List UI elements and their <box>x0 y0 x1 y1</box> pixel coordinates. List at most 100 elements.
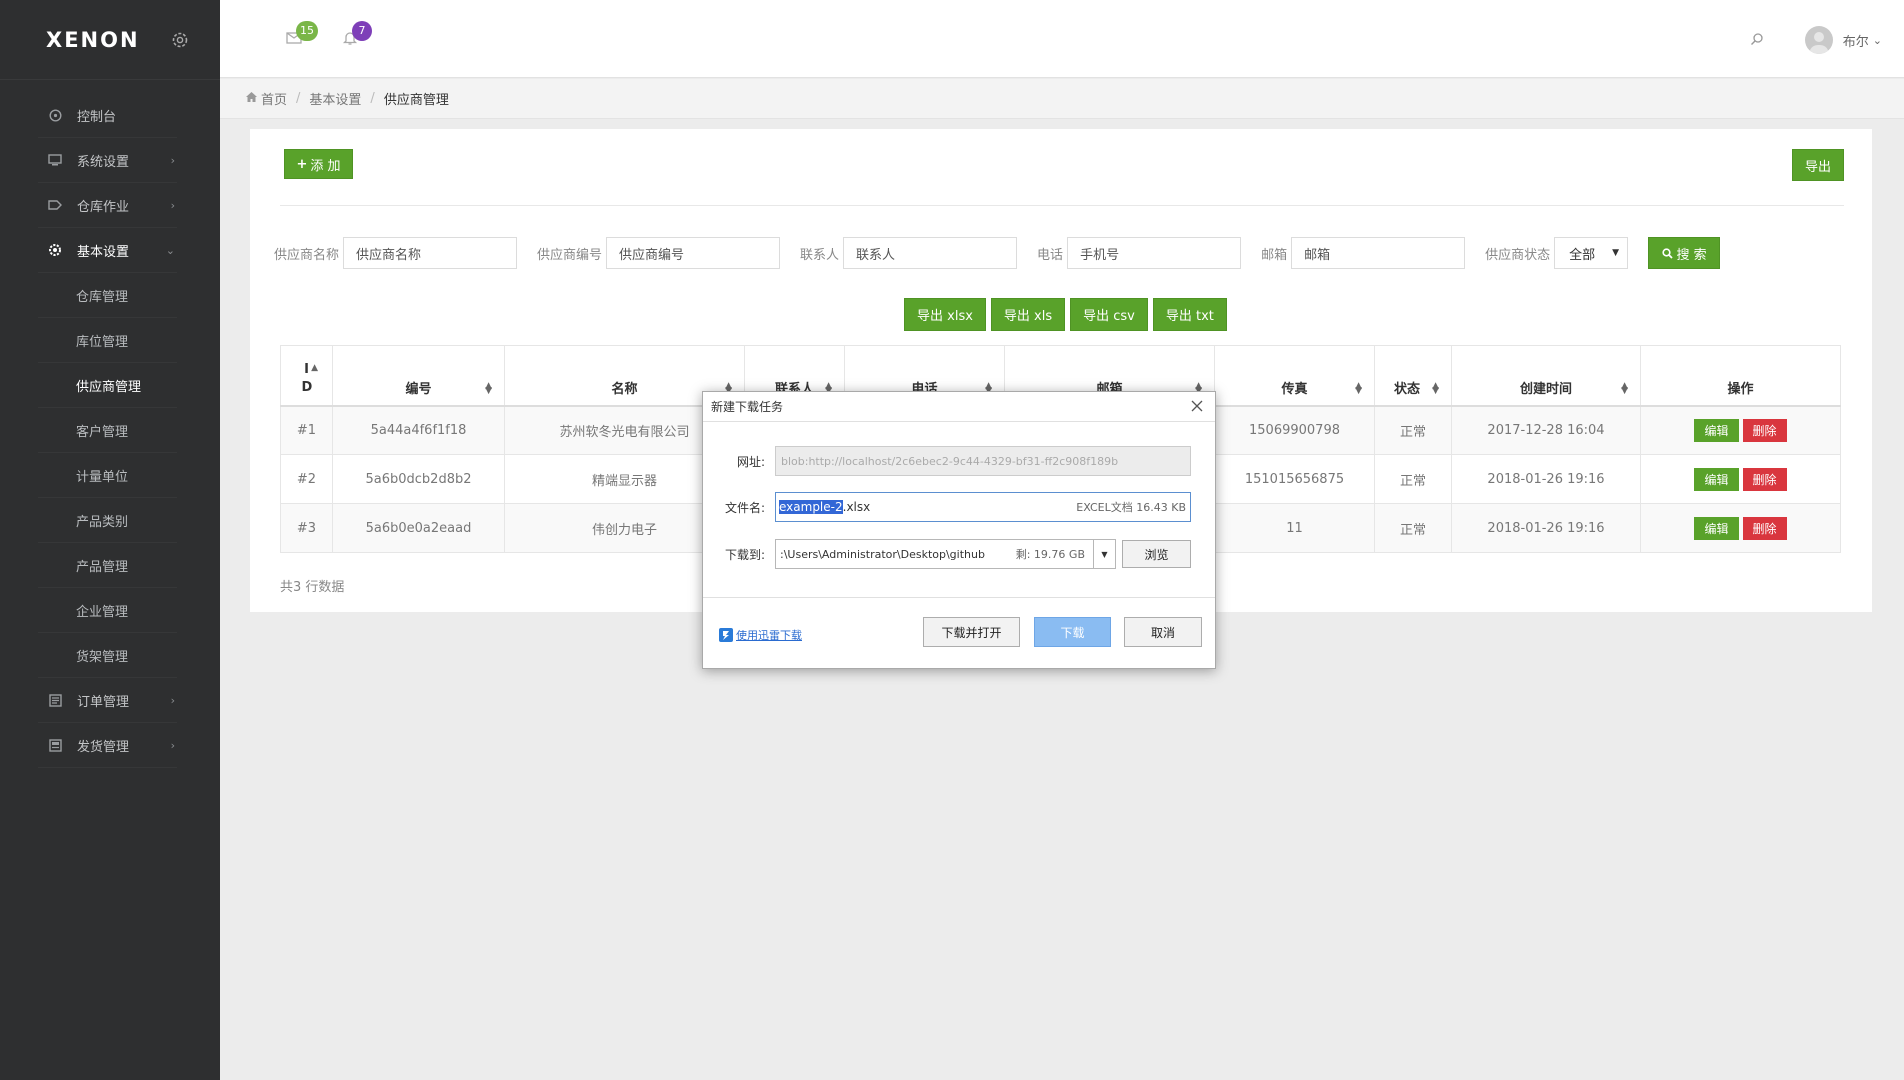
browse-button[interactable]: 浏览 <box>1122 540 1191 568</box>
breadcrumb: 首页 / 基本设置 / 供应商管理 <box>220 79 1904 119</box>
tag-icon <box>47 197 63 213</box>
status-label: 供应商状态 <box>1485 247 1551 263</box>
export-button[interactable]: 导出 <box>1792 149 1844 181</box>
export-xlsx-button[interactable]: 导出 xlsx <box>904 298 986 331</box>
sidebar-item-basic-settings[interactable]: 基本设置 ⌄ <box>38 228 177 273</box>
export-xls-button[interactable]: 导出 xls <box>990 298 1066 331</box>
mail-count-badge: 15 <box>296 21 318 41</box>
sort-icon: ▲▼ <box>1355 380 1362 396</box>
sidebar-subitem-company[interactable]: 企业管理 <box>38 588 177 633</box>
column-header-created[interactable]: 创建时间 ▲ ▼ <box>1451 345 1641 407</box>
phone-label: 电话 <box>1037 247 1064 263</box>
edit-button[interactable]: 编辑 <box>1694 467 1739 491</box>
cell-actions: 编辑 删除 <box>1640 454 1841 504</box>
edit-button[interactable]: 编辑 <box>1694 516 1739 540</box>
chevron-down-icon: ⌄ <box>1872 33 1882 47</box>
download-and-open-button[interactable]: 下载并打开 <box>923 617 1020 647</box>
sidebar-item-warehouse-ops[interactable]: 仓库作业 › <box>38 183 177 228</box>
sort-icon: ▲▼ <box>1621 380 1628 396</box>
thunder-download-link[interactable]: 使用迅雷下载 <box>736 627 802 643</box>
add-button[interactable]: + 添 加 <box>284 149 353 179</box>
column-header-label: 操作 <box>1727 381 1754 397</box>
sidebar-subitem-customer[interactable]: 客户管理 <box>38 408 177 453</box>
notification-count-badge: 7 <box>352 21 372 41</box>
cell-actions: 编辑 删除 <box>1640 405 1841 455</box>
settings-icon <box>47 242 63 258</box>
export-csv-button[interactable]: 导出 csv <box>1070 298 1148 331</box>
search-button[interactable] <box>1750 32 1764 50</box>
breadcrumb-separator: / <box>296 91 301 106</box>
column-header-label: 创建时间 <box>1519 381 1572 397</box>
sidebar-item-system-settings[interactable]: 系统设置 › <box>38 138 177 183</box>
sidebar-item-orders[interactable]: 订单管理 › <box>38 678 177 723</box>
sidebar-item-dashboard[interactable]: 控制台 <box>38 93 177 138</box>
contact-input[interactable]: 联系人 <box>843 237 1018 269</box>
sidebar-subitem-product[interactable]: 产品管理 <box>38 543 177 588</box>
filename-label: 文件名: <box>724 500 765 515</box>
filename-extension: .xlsx <box>842 500 871 514</box>
sidebar-subitem-warehouse[interactable]: 仓库管理 <box>38 273 177 318</box>
cancel-button[interactable]: 取消 <box>1124 617 1202 647</box>
breadcrumb-current: 供应商管理 <box>383 93 449 108</box>
sidebar-subitem-unit[interactable]: 计量单位 <box>38 453 177 498</box>
saveto-row: 下载到: :\Users\Administrator\Desktop\githu… <box>723 539 1191 569</box>
chevron-right-icon: › <box>170 693 175 707</box>
search-icon <box>1751 33 1763 45</box>
add-button-label: 添 加 <box>310 158 341 174</box>
url-field: blob:http://localhost/2c6ebec2-9c44-4329… <box>775 446 1191 476</box>
close-icon[interactable] <box>1189 398 1205 414</box>
delete-button[interactable]: 删除 <box>1742 418 1787 442</box>
saveto-combobox[interactable]: :\Users\Administrator\Desktop\github 剩: … <box>775 539 1116 569</box>
saveto-label: 下载到: <box>724 547 765 562</box>
status-select[interactable]: 全部 ▼ <box>1554 237 1629 269</box>
user-menu[interactable]: 布尔 ⌄ <box>1804 26 1882 54</box>
filename-input[interactable]: example-2 .xlsx EXCEL文档 16.43 KB <box>775 492 1191 522</box>
status-select-value: 全部 <box>1569 247 1596 263</box>
sidebar-item-label: 发货管理 <box>77 739 130 755</box>
column-header-fax[interactable]: 传真 ▲ ▼ <box>1214 345 1375 407</box>
phone-input[interactable]: 手机号 <box>1067 237 1242 269</box>
dialog-titlebar: 新建下载任务 <box>703 392 1215 422</box>
file-info: EXCEL文档 16.43 KB <box>1076 501 1186 514</box>
email-input[interactable]: 邮箱 <box>1291 237 1466 269</box>
chevron-down-icon: ⌄ <box>165 243 175 257</box>
plus-icon: + <box>296 156 308 172</box>
column-header-id[interactable]: I D ▲ <box>280 345 333 407</box>
column-header-status[interactable]: 状态 ▲ ▼ <box>1374 345 1452 407</box>
supplier-code-input[interactable]: 供应商编号 <box>606 237 781 269</box>
column-header-code[interactable]: 编号 ▲ ▼ <box>332 345 505 407</box>
cell-fax: 11 <box>1214 503 1375 553</box>
sidebar-subitem-supplier[interactable]: 供应商管理 <box>38 363 177 408</box>
monitor-icon <box>47 152 63 168</box>
delete-button[interactable]: 删除 <box>1742 467 1787 491</box>
sidebar-subitem-category[interactable]: 产品类别 <box>38 498 177 543</box>
cell-status: 正常 <box>1374 503 1452 553</box>
search-submit-label: 搜 索 <box>1676 247 1707 263</box>
dialog-title: 新建下载任务 <box>711 400 784 414</box>
breadcrumb-basic-settings[interactable]: 基本设置 <box>309 89 361 108</box>
cell-created: 2017-12-28 16:04 <box>1451 405 1641 455</box>
breadcrumb-home[interactable]: 首页 <box>261 89 287 108</box>
gear-icon[interactable] <box>170 30 190 50</box>
supplier-name-input[interactable]: 供应商名称 <box>343 237 518 269</box>
column-header-actions: 操作 <box>1640 345 1841 407</box>
thunder-icon <box>719 628 733 642</box>
sidebar-subitem-shelf[interactable]: 货架管理 <box>38 633 177 678</box>
sidebar-subitem-location[interactable]: 库位管理 <box>38 318 177 363</box>
delete-button[interactable]: 删除 <box>1742 516 1787 540</box>
mail-button[interactable]: 15 <box>286 21 318 48</box>
supplier-name-label: 供应商名称 <box>274 247 340 263</box>
dropdown-arrow-icon[interactable]: ▼ <box>1093 540 1115 568</box>
sidebar-item-shipping[interactable]: 发货管理 › <box>38 723 177 768</box>
brand-logo[interactable]: XENON <box>46 28 140 52</box>
notification-button[interactable]: 7 <box>342 21 372 48</box>
chevron-right-icon: › <box>170 738 175 752</box>
download-button[interactable]: 下载 <box>1034 617 1111 647</box>
edit-button[interactable]: 编辑 <box>1694 418 1739 442</box>
export-txt-button[interactable]: 导出 txt <box>1152 298 1227 331</box>
search-submit-button[interactable]: 搜 索 <box>1648 237 1721 269</box>
brand: XENON <box>0 0 220 80</box>
topbar: 15 7 布尔 ⌄ <box>220 0 1904 78</box>
caret-down-icon: ▼ <box>1612 248 1620 258</box>
cell-code: 5a6b0dcb2d8b2 <box>332 454 505 504</box>
